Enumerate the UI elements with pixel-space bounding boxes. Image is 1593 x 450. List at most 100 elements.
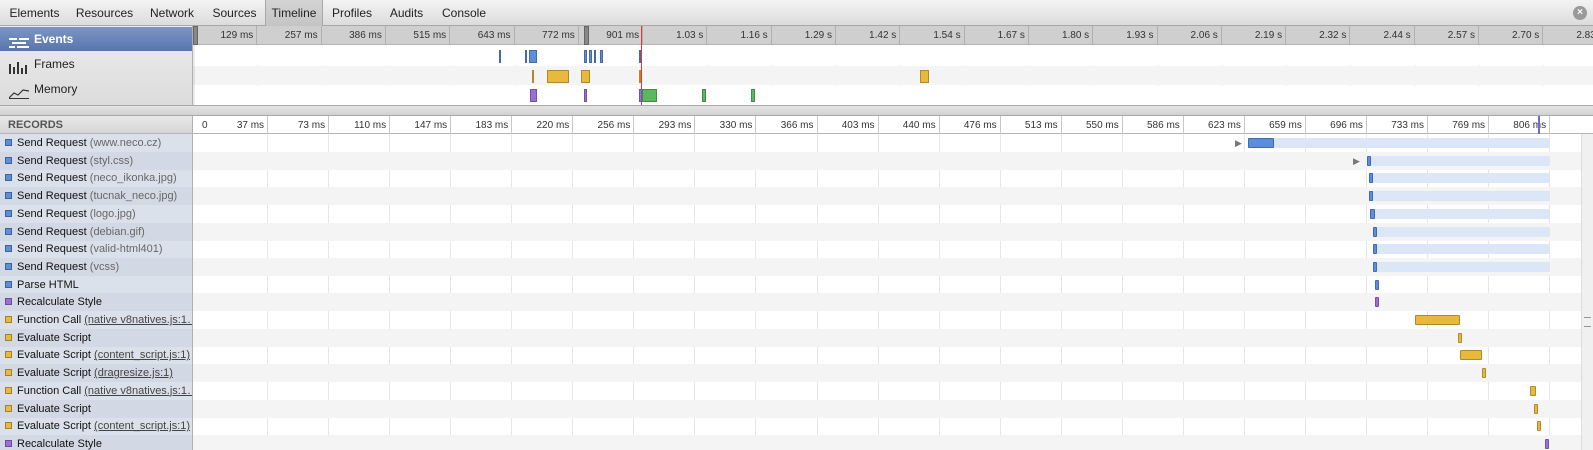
record-source-link[interactable]: (content_script.js:1)	[94, 349, 190, 361]
record-network-span	[1373, 261, 1550, 272]
tab-console[interactable]: Console	[432, 0, 496, 26]
record-title: Parse HTML	[17, 276, 79, 294]
record-network-span	[1369, 191, 1550, 202]
overview-left-handle[interactable]	[193, 26, 198, 45]
records-tick-label: 330 ms	[719, 120, 753, 131]
overview-event-bar	[600, 50, 603, 63]
record-row[interactable]: Recalculate Style	[0, 434, 192, 450]
records-ruler: 0 37 ms 73 ms 110 ms 147 ms 183 ms 220 ms 256 m…	[193, 116, 1593, 134]
record-row[interactable]: Send Request (vcss)	[0, 257, 192, 276]
overview-event-bar	[920, 70, 929, 83]
record-detail: (valid-html401)	[89, 243, 163, 256]
records-tick-label: 183 ms	[475, 120, 509, 131]
record-graph-row	[193, 293, 1593, 312]
record-title: Evaluate Script (dragresize.js:1)	[17, 364, 173, 382]
record-row[interactable]: Recalculate Style	[0, 293, 192, 312]
record-detail: (logo.jpg)	[89, 207, 136, 220]
record-duration-bar	[1537, 421, 1541, 432]
record-row[interactable]: Send Request (debian.gif)	[0, 222, 192, 241]
record-duration-bar	[1530, 385, 1536, 396]
records-tick-label: 623 ms	[1208, 120, 1241, 131]
record-row[interactable]: Send Request (styl.css)	[0, 151, 192, 170]
overview-item-label: Memory	[34, 82, 78, 96]
overview-graph[interactable]: 129 ms 257 ms 386 ms 515 ms 643 ms 772 ms 901 …	[193, 26, 1593, 106]
overview-item-frames[interactable]: Frames	[0, 52, 192, 76]
record-row[interactable]: Send Request (tucnak_neco.jpg)	[0, 187, 192, 206]
record-duration-bar	[1373, 226, 1377, 237]
record-row[interactable]: Evaluate Script (dragresize.js:1)	[0, 364, 192, 383]
record-row[interactable]: Send Request (www.neco.cz)	[0, 134, 192, 152]
tab-timeline[interactable]: Timeline	[265, 0, 323, 26]
record-source-link[interactable]: (native v8natives.js:1…	[84, 314, 192, 326]
record-row[interactable]: Function Call (native v8natives.js:1…	[0, 311, 192, 329]
records-tick	[755, 116, 757, 134]
record-row[interactable]: Parse HTML	[0, 276, 192, 294]
records-tick	[1121, 116, 1123, 134]
record-row[interactable]: Send Request (valid-html401)	[0, 240, 192, 258]
records-tick	[999, 116, 1001, 134]
tab-resources[interactable]: Resources	[69, 0, 140, 26]
record-row[interactable]: Evaluate Script (content_script.js:1)	[0, 417, 192, 435]
record-type-swatch	[5, 422, 12, 430]
record-type-swatch	[5, 298, 12, 306]
record-name: Send Request	[17, 225, 87, 238]
records-tick-label: 147 ms	[414, 120, 448, 131]
overview-divider[interactable]	[0, 106, 1593, 116]
record-type-swatch	[5, 280, 12, 288]
record-name: Parse HTML	[17, 278, 79, 291]
records-list: Send Request (www.neco.cz) Send Request (…	[0, 134, 193, 450]
records-tick-label: 550 ms	[1085, 120, 1119, 131]
record-row[interactable]: Evaluate Script (content_script.js:1)	[0, 346, 192, 364]
overview-event-bar	[751, 89, 755, 102]
expand-triangle-icon[interactable]: ▶	[1235, 138, 1243, 148]
records-tick-label: 366 ms	[780, 120, 814, 131]
overview-item-events[interactable]: Events	[0, 27, 192, 51]
tab-profiles[interactable]: Profiles	[323, 0, 381, 26]
records-tick	[572, 116, 574, 134]
record-source-link[interactable]: (content_script.js:1)	[94, 420, 190, 432]
record-title: Send Request (neco_ikonka.jpg)	[17, 169, 177, 187]
records-tick-label: 440 ms	[902, 120, 936, 131]
records-tick	[389, 116, 391, 134]
close-icon[interactable]: ×	[1573, 6, 1587, 20]
record-duration-bar	[1370, 208, 1375, 219]
record-type-swatch	[5, 139, 12, 146]
record-row[interactable]: Send Request (logo.jpg)	[0, 205, 192, 223]
record-type-swatch	[5, 404, 12, 412]
records-scrollbar[interactable]	[1581, 134, 1593, 450]
overview-ruler: 129 ms 257 ms 386 ms 515 ms 643 ms 772 ms 901 …	[193, 26, 1593, 45]
record-type-swatch	[5, 174, 12, 182]
records-header: RECORDS	[0, 116, 193, 134]
record-graph-row	[193, 311, 1593, 329]
record-row[interactable]: Send Request (neco_ikonka.jpg)	[0, 169, 192, 187]
expand-triangle-icon[interactable]: ▶	[1353, 156, 1361, 166]
record-source-link[interactable]: (dragresize.js:1)	[94, 367, 173, 379]
record-duration-bar	[1373, 261, 1377, 272]
tab-audits[interactable]: Audits	[381, 0, 432, 26]
record-row[interactable]: Evaluate Script	[0, 399, 192, 418]
records-tick-label: 256 ms	[597, 120, 631, 131]
record-duration-bar	[1415, 315, 1460, 325]
record-source-link[interactable]: (native v8natives.js:1…	[84, 385, 192, 397]
record-graph-row	[193, 434, 1593, 450]
record-title: Function Call (native v8natives.js:1…	[17, 382, 192, 400]
record-row[interactable]: Evaluate Script	[0, 328, 192, 347]
scrollbar-grip[interactable]	[1584, 317, 1591, 327]
tab-sources[interactable]: Sources	[204, 0, 265, 26]
overview-tick-label: 2.83 s	[1576, 30, 1593, 41]
overview-event-bar	[530, 89, 537, 102]
record-name: Function Call	[17, 314, 82, 326]
record-row[interactable]: Function Call (native v8natives.js:1…	[0, 382, 192, 400]
overview-right-handle[interactable]	[584, 26, 589, 45]
overview-event-bar	[499, 50, 501, 63]
record-title: Recalculate Style	[17, 435, 102, 450]
overview-item-memory[interactable]: Memory	[0, 77, 192, 101]
record-graph-row	[193, 417, 1593, 435]
record-type-swatch	[5, 439, 12, 447]
record-detail: (styl.css)	[89, 154, 134, 167]
frames-icon	[9, 58, 29, 74]
tab-elements[interactable]: Elements	[0, 0, 69, 26]
overview-event-bar	[584, 50, 587, 63]
record-type-swatch	[5, 192, 12, 200]
tab-network[interactable]: Network	[140, 0, 204, 26]
